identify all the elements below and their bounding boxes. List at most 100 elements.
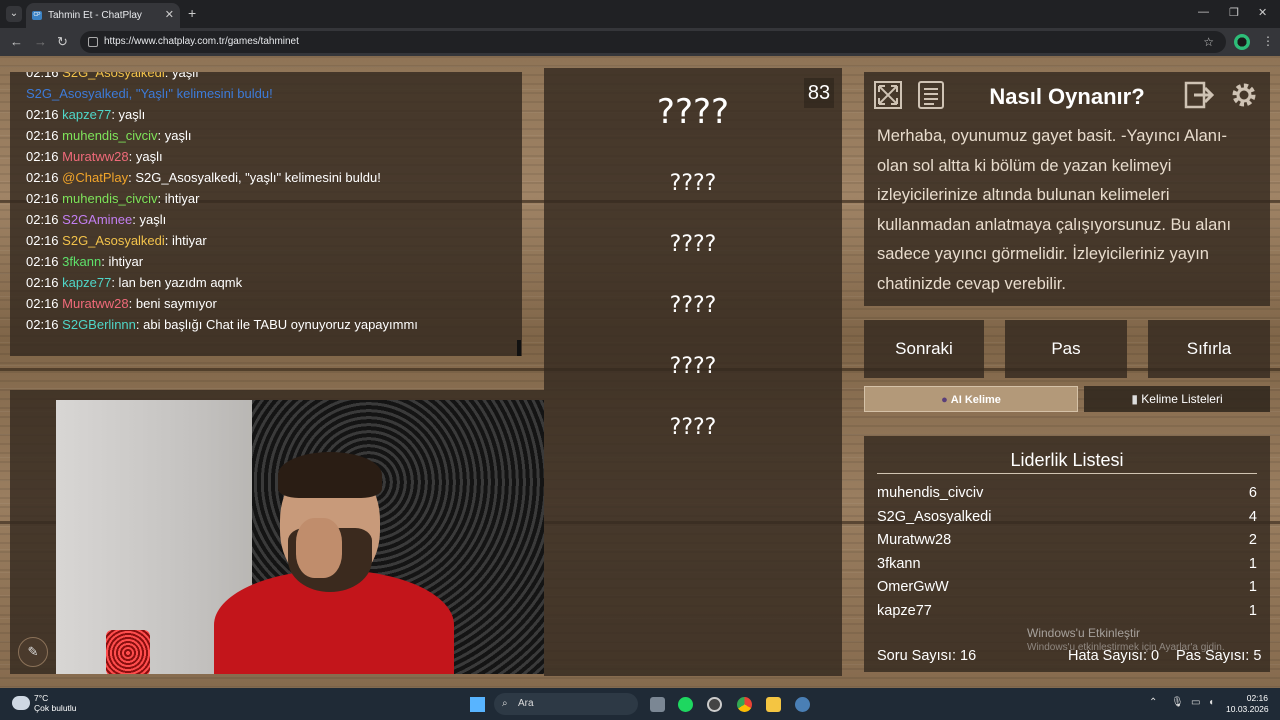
chat-message: 02:16 Muratww28: yaşlı — [26, 146, 522, 167]
leaderboard-score: 4 — [1248, 508, 1257, 525]
chat-scrollbar[interactable] — [517, 340, 521, 356]
leaderboard-row: muhendis_civciv 6 — [877, 482, 1257, 504]
next-button[interactable]: Sonraki — [864, 320, 984, 378]
chrome-icon[interactable] — [737, 697, 752, 712]
file-explorer-icon[interactable] — [766, 697, 781, 712]
chatplay-favicon: CP — [32, 11, 42, 20]
chat-username[interactable]: @ChatPlay — [62, 170, 128, 185]
leaderboard-name: muhendis_civciv — [877, 485, 984, 501]
forbidden-word: ???? — [669, 171, 717, 196]
chat-username[interactable]: Muratww28 — [62, 296, 128, 311]
chat-text: : yaşlı — [157, 128, 192, 143]
tab-search-button[interactable]: ⌄ — [6, 6, 22, 22]
tray-chevron-icon[interactable]: ⌃ — [1149, 697, 1157, 708]
leaderboard-title: Liderlik Listesi — [1010, 450, 1124, 470]
chat-username[interactable]: S2GAminee — [62, 212, 132, 227]
chat-time: 02:16 — [26, 275, 59, 290]
network-icon[interactable]: ▭ — [1191, 697, 1200, 708]
browser-menu-icon[interactable]: ⋮ — [1262, 34, 1274, 48]
task-view-icon[interactable] — [650, 697, 665, 712]
weather-widget[interactable]: 7°C Çok bulutlu — [34, 693, 77, 713]
chat-username[interactable]: S2GBerlinnn — [62, 317, 136, 332]
document-icon[interactable] — [916, 80, 946, 110]
minimize-icon[interactable]: — — [1198, 6, 1209, 18]
search-icon: ⌕ — [502, 698, 508, 709]
activation-watermark-title: Windows'u Etkinleştir — [1027, 626, 1140, 640]
tab-title: Tahmin Et - ChatPlay — [48, 10, 142, 21]
chat-message: 02:16 S2GBerlinnn: abi başlığı Chat ile … — [26, 314, 522, 335]
taskbar-clock[interactable]: 02:16 10.03.2026 — [1226, 693, 1269, 715]
leaderboard-name: 3fkann — [877, 555, 921, 572]
app-icon[interactable] — [795, 697, 810, 712]
chat-username[interactable]: kapze77 — [62, 275, 111, 290]
tab-lists-label: Kelime Listeleri — [1141, 392, 1223, 406]
pass-button[interactable]: Pas — [1005, 320, 1127, 378]
chat-message: 02:16 S2GAminee: yaşlı — [26, 209, 522, 230]
chat-text: : abi başlığı Chat ile TABU oynuyoruz ya… — [135, 317, 418, 332]
chat-time: 02:16 — [26, 233, 59, 248]
chat-username[interactable]: Muratww28 — [62, 149, 128, 164]
profile-avatar[interactable] — [1234, 34, 1250, 50]
back-icon[interactable]: ← — [10, 34, 23, 49]
close-window-icon[interactable]: ✕ — [1258, 6, 1267, 19]
forbidden-word: ???? — [669, 232, 717, 257]
pen-icon[interactable]: ✎ — [18, 637, 48, 667]
url-bar[interactable]: https://www.chatplay.com.tr/games/tahmin… — [80, 31, 1226, 53]
chat-time: 02:16 — [26, 212, 59, 227]
leaderboard-row: S2G_Asosyalkedi 4 — [877, 506, 1257, 528]
taskbar-search[interactable]: ⌕ Ara — [494, 693, 638, 715]
site-info-icon[interactable] — [88, 37, 98, 47]
close-tab-icon[interactable]: ✕ — [165, 3, 174, 28]
volume-icon[interactable]: ◖ — [1208, 697, 1214, 708]
fullscreen-icon[interactable] — [873, 80, 903, 110]
weather-cloud-icon[interactable] — [12, 696, 30, 710]
chat-panel: 02:16 S2G_Asosyalkedi: yaşlı S2G_Asosyalk… — [10, 72, 522, 356]
leaderboard-name: kapze77 — [877, 603, 932, 619]
browser-tab[interactable]: CP Tahmin Et - ChatPlay ✕ — [26, 3, 180, 28]
obs-icon[interactable] — [707, 697, 722, 712]
error-count: Hata Sayısı: 0 — [1068, 648, 1160, 664]
restore-icon[interactable]: ❐ — [1229, 6, 1239, 19]
reset-button[interactable]: Sıfırla — [1148, 320, 1270, 378]
tab-word-lists[interactable]: ▮ Kelime Listeleri — [1084, 386, 1270, 412]
leaderboard-score: 6 — [1248, 485, 1257, 501]
address-toolbar: ← → ↻ https://www.chatplay.com.tr/games/… — [0, 28, 1280, 56]
webcam-red-lamp — [106, 630, 150, 674]
gear-icon[interactable] — [1229, 80, 1259, 110]
forward-icon[interactable]: → — [34, 34, 47, 49]
exit-icon[interactable] — [1184, 80, 1214, 110]
question-count: Soru Sayısı: 16 — [877, 648, 977, 664]
chat-message: S2G_Asosyalkedi, "Yaşlı" kelimesini buld… — [26, 83, 522, 104]
chat-username[interactable]: muhendis_civciv — [62, 128, 157, 143]
windows-start-icon[interactable] — [470, 697, 485, 712]
bookmark-star-icon[interactable]: ☆ — [1203, 31, 1214, 53]
chat-text: : ihtiyar — [157, 191, 200, 206]
chat-time: 02:16 — [26, 128, 59, 143]
chat-text: : ihtiyar — [164, 233, 207, 248]
chat-username[interactable]: muhendis_civciv — [62, 191, 157, 206]
chat-username[interactable]: S2G_Asosyalkedi — [62, 233, 165, 248]
tab-ai-label: AI Kelime — [950, 394, 1001, 406]
tab-ai-word[interactable]: ● AI Kelime — [864, 386, 1078, 412]
chat-text: : S2G_Asosyalkedi, "yaşlı" kelimesini bu… — [128, 170, 381, 185]
chat-time: 02:16 — [26, 296, 59, 311]
chat-text: : yaşlı — [164, 72, 199, 80]
chat-text: : lan ben yazıdm aqmk — [111, 275, 243, 290]
list-icon: ▮ — [1131, 392, 1138, 406]
chat-username[interactable]: 3fkann — [62, 254, 101, 269]
weather-temp: 7°C — [34, 693, 49, 703]
chat-username[interactable]: S2G_Asosyalkedi — [62, 72, 165, 80]
chat-text: : yaşlı — [111, 107, 146, 122]
chat-time: 02:16 — [26, 149, 59, 164]
new-tab-button[interactable]: + — [188, 5, 196, 21]
spotify-icon[interactable] — [678, 697, 693, 712]
chat-username[interactable]: S2G_Asosyalkedi, "Yaşlı" kelimesini buld… — [26, 86, 273, 101]
chat-text: : yaşlı — [132, 212, 167, 227]
weather-desc: Çok bulutlu — [34, 703, 77, 713]
microphone-icon[interactable]: 🎙 — [1171, 697, 1184, 708]
chat-message: 02:16 S2G_Asosyalkedi: yaşlı — [26, 72, 522, 83]
chat-username[interactable]: kapze77 — [62, 107, 111, 122]
chat-message: 02:16 Muratww28: beni saymıyor — [26, 293, 522, 314]
reload-icon[interactable]: ↻ — [57, 34, 68, 50]
main-word: ???? — [656, 92, 730, 132]
